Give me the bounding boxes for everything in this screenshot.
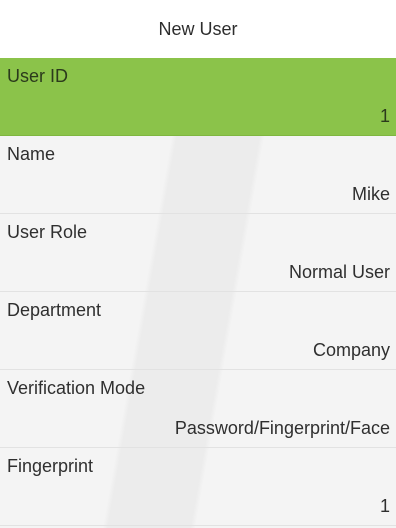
device-screen: New User User ID 1 Name Mike User Role N… <box>0 0 396 528</box>
field-label: Name <box>7 144 56 164</box>
field-label: Verification Mode <box>7 378 146 398</box>
field-value: 1 <box>379 106 390 126</box>
field-label: Fingerprint <box>7 456 94 476</box>
user-field-list: User ID 1 Name Mike User Role Normal Use… <box>0 58 396 526</box>
field-value: Company <box>312 340 390 360</box>
page-title-bar: New User <box>0 0 396 59</box>
field-user-role[interactable]: User Role Normal User <box>0 214 396 292</box>
field-value: Mike <box>351 184 390 204</box>
field-fingerprint[interactable]: Fingerprint 1 <box>0 448 396 526</box>
field-value: Password/Fingerprint/Face <box>174 418 390 438</box>
page-title: New User <box>158 18 238 39</box>
field-label: Department <box>7 300 102 320</box>
field-name[interactable]: Name Mike <box>0 136 396 214</box>
field-label: User Role <box>7 222 88 242</box>
field-value: 1 <box>379 496 390 516</box>
field-verification-mode[interactable]: Verification Mode Password/Fingerprint/F… <box>0 370 396 448</box>
field-value: Normal User <box>288 262 390 282</box>
field-label: User ID <box>7 66 69 86</box>
field-user-id[interactable]: User ID 1 <box>0 58 396 136</box>
field-department[interactable]: Department Company <box>0 292 396 370</box>
